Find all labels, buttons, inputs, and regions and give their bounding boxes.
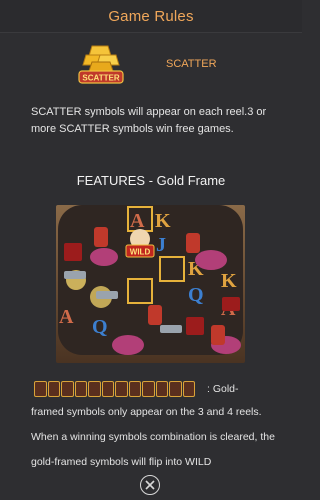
scatter-description: SCATTER symbols will appear on each reel… (31, 106, 267, 135)
svg-text:A: A (130, 210, 145, 232)
header: Game Rules (0, 0, 302, 33)
svg-text:Q: Q (92, 316, 108, 338)
features-title: FEATURES - Gold Frame (76, 173, 226, 188)
scatter-icon-text: SCATTER (82, 74, 119, 83)
close-button[interactable] (140, 475, 160, 495)
gold-frame-description: framed symbols only appear on the 3 and … (31, 406, 275, 468)
scatter-label: SCATTER (166, 58, 217, 70)
gold-frame-label: : Gold- (207, 383, 239, 395)
close-icon (145, 480, 155, 490)
gold-frame-reel-image: A K J K Q K A Q A WILD (56, 205, 245, 363)
scatter-row: SCATTER SCATTER (0, 40, 302, 90)
svg-text:Q: Q (188, 284, 204, 306)
svg-text:K: K (155, 210, 171, 232)
svg-text:A: A (59, 306, 74, 328)
svg-text:K: K (221, 270, 237, 292)
gold-frame-symbol-strip (34, 381, 195, 397)
gold-frame-strip-row: : Gold- (0, 380, 302, 400)
scatter-gold-bars-icon: SCATTER (78, 42, 124, 86)
page-title: Game Rules (108, 7, 194, 25)
svg-text:J: J (156, 234, 166, 256)
wild-badge-text: WILD (130, 248, 151, 257)
